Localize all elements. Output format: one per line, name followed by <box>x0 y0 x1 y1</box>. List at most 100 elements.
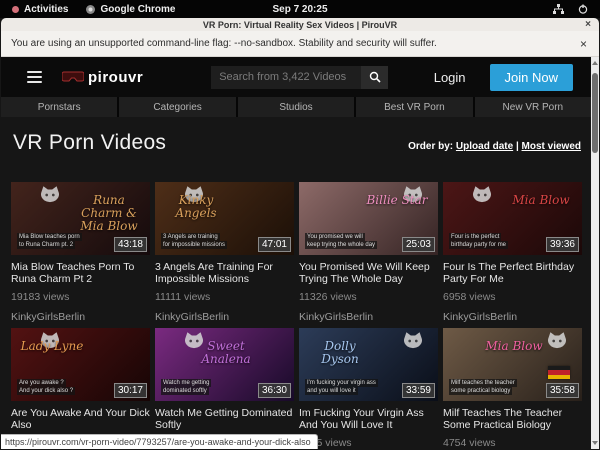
video-duration-badge: 30:17 <box>114 383 147 398</box>
video-card[interactable]: Sweet Analena Watch me gettingdominated … <box>155 328 294 449</box>
thumbnail-overlay-title: Lady Lyne <box>17 340 87 353</box>
join-now-button[interactable]: Join Now <box>490 64 573 91</box>
video-views: 19183 views <box>11 291 150 303</box>
thumbnail-caption: You promised we willkeep trying the whol… <box>305 233 377 249</box>
video-studio-link[interactable]: KinkyGirlsBerlin <box>443 311 582 323</box>
power-icon[interactable] <box>578 4 588 14</box>
video-title[interactable]: Mia Blow Teaches Porn To Runa Charm Pt 2 <box>11 261 150 285</box>
video-grid: Runa Charm & Mia Blow Mia Blow teaches p… <box>1 182 591 449</box>
studio-cat-mask-icon <box>39 186 61 204</box>
video-thumbnail[interactable]: Mia Blow Four is the perfectbirthday par… <box>443 182 582 255</box>
thumbnail-overlay-title: Mia Blow <box>506 194 576 207</box>
activities-button[interactable]: Activities <box>12 4 68 15</box>
scroll-up-icon[interactable] <box>592 61 598 65</box>
video-card[interactable]: Mia Blow Four is the perfectbirthday par… <box>443 182 582 323</box>
video-card[interactable]: Kinky Angels 3 Angels are trainingfor im… <box>155 182 294 323</box>
order-by: Order by: Upload date | Most viewed <box>408 141 581 155</box>
thumbnail-overlay-title: Billie Star <box>362 194 432 207</box>
nav-item-categories[interactable]: Categories <box>119 97 235 117</box>
chrome-label: Google Chrome <box>100 4 175 15</box>
video-card[interactable]: Mia Blow Milf teaches the teachersome pr… <box>443 328 582 449</box>
video-views: 11111 views <box>155 291 294 303</box>
order-upload-date-link[interactable]: Upload date <box>456 141 513 152</box>
video-duration-badge: 25:03 <box>402 237 435 252</box>
scrollbar[interactable] <box>591 57 599 449</box>
video-views: 4754 views <box>443 437 582 449</box>
video-thumbnail[interactable]: Mia Blow Milf teaches the teachersome pr… <box>443 328 582 401</box>
video-title[interactable]: Four Is The Perfect Birthday Party For M… <box>443 261 582 285</box>
video-views: 8785 views <box>299 437 438 449</box>
video-thumbnail[interactable]: Kinky Angels 3 Angels are trainingfor im… <box>155 182 294 255</box>
video-thumbnail[interactable]: Dolly Dyson I'm fucking your virgin assa… <box>299 328 438 401</box>
warning-close-icon[interactable]: × <box>580 37 587 51</box>
chrome-app-menu[interactable]: Google Chrome <box>86 4 175 15</box>
main-nav: PornstarsCategoriesStudiosBest VR PornNe… <box>1 97 591 117</box>
thumbnail-caption: Mia Blow teaches pornto Runa Charm pt. 2 <box>17 233 82 249</box>
clock[interactable]: Sep 7 20:25 <box>272 4 327 15</box>
video-title[interactable]: Watch Me Getting Dominated Softly <box>155 407 294 431</box>
nav-item-studios[interactable]: Studios <box>238 97 354 117</box>
video-duration-badge: 33:59 <box>402 383 435 398</box>
search-input[interactable] <box>211 66 361 89</box>
video-duration-badge: 47:01 <box>258 237 291 252</box>
order-by-label: Order by: <box>408 141 453 152</box>
video-studio-link[interactable]: KinkyGirlsBerlin <box>299 311 438 323</box>
screen: Activities Google Chrome Sep 7 20:25 VR … <box>0 0 600 450</box>
vr-goggles-icon <box>62 71 84 83</box>
thumbnail-caption: Milf teaches the teachersome practical b… <box>449 379 517 395</box>
video-duration-badge: 35:58 <box>546 383 579 398</box>
video-thumbnail[interactable]: Runa Charm & Mia Blow Mia Blow teaches p… <box>11 182 150 255</box>
thumbnail-overlay-title: Dolly Dyson <box>305 340 375 366</box>
order-most-viewed-link[interactable]: Most viewed <box>522 141 581 152</box>
network-icon[interactable] <box>553 4 564 14</box>
system-top-bar: Activities Google Chrome Sep 7 20:25 <box>0 0 600 18</box>
site-header: pirouvr Login Join Now <box>1 57 591 97</box>
thumbnail-overlay-title: Kinky Angels <box>161 194 231 220</box>
studio-cat-mask-icon <box>402 332 424 350</box>
notification-dot-icon <box>12 6 19 13</box>
search-button[interactable] <box>361 66 388 89</box>
video-title[interactable]: Im Fucking Your Virgin Ass And You Will … <box>299 407 438 431</box>
tab-close-icon[interactable]: × <box>585 18 591 31</box>
login-link[interactable]: Login <box>434 70 466 85</box>
video-title[interactable]: Are You Awake And Your Dick Also <box>11 407 150 431</box>
site-logo[interactable]: pirouvr <box>62 69 143 86</box>
page-title: VR Porn Videos <box>13 131 166 155</box>
scroll-down-icon[interactable] <box>592 441 598 445</box>
video-thumbnail[interactable]: Sweet Analena Watch me gettingdominated … <box>155 328 294 401</box>
thumbnail-caption: 3 Angels are trainingfor impossible miss… <box>161 233 227 249</box>
video-thumbnail[interactable]: Billie Star You promised we willkeep try… <box>299 182 438 255</box>
video-duration-badge: 39:36 <box>546 237 579 252</box>
logo-text: pirouvr <box>88 69 143 86</box>
thumbnail-caption: I'm fucking your virgin assand you will … <box>305 379 378 395</box>
activities-label: Activities <box>24 4 68 15</box>
search-bar <box>211 66 388 89</box>
status-url-bubble: https://pirouvr.com/vr-porn-video/779325… <box>1 434 318 449</box>
video-title[interactable]: You Promised We Will Keep Trying The Who… <box>299 261 438 285</box>
video-card[interactable]: Runa Charm & Mia Blow Mia Blow teaches p… <box>11 182 150 323</box>
studio-cat-mask-icon <box>471 186 493 204</box>
thumbnail-caption: Four is the perfectbirthday party for me <box>449 233 508 249</box>
studio-cat-mask-icon <box>546 332 568 350</box>
video-views: 6958 views <box>443 291 582 303</box>
video-title[interactable]: Milf Teaches The Teacher Some Practical … <box>443 407 582 431</box>
nav-item-new-vr-porn[interactable]: New VR Porn <box>475 97 591 117</box>
scrollbar-thumb[interactable] <box>592 73 598 153</box>
video-thumbnail[interactable]: Lady Lyne Are you awake ?And your dick a… <box>11 328 150 401</box>
video-duration-badge: 43:18 <box>114 237 147 252</box>
video-card[interactable]: Billie Star You promised we willkeep try… <box>299 182 438 323</box>
chrome-warning-bar: You are using an unsupported command-lin… <box>1 31 599 57</box>
menu-icon[interactable] <box>27 71 42 83</box>
video-title[interactable]: 3 Angels Are Training For Impossible Mis… <box>155 261 294 285</box>
nav-item-pornstars[interactable]: Pornstars <box>1 97 117 117</box>
video-card[interactable]: Lady Lyne Are you awake ?And your dick a… <box>11 328 150 449</box>
video-studio-link[interactable]: KinkyGirlsBerlin <box>155 311 294 323</box>
video-views: 11326 views <box>299 291 438 303</box>
browser-viewport: pirouvr Login Join Now PornstarsCategori… <box>1 57 599 449</box>
video-studio-link[interactable]: KinkyGirlsBerlin <box>11 311 150 323</box>
thumbnail-overlay-title: Sweet Analena <box>191 340 261 366</box>
nav-item-best-vr-porn[interactable]: Best VR Porn <box>356 97 472 117</box>
warning-text: You are using an unsupported command-lin… <box>11 38 437 49</box>
thumbnail-overlay-title: Mia Blow <box>479 340 549 353</box>
video-card[interactable]: Dolly Dyson I'm fucking your virgin assa… <box>299 328 438 449</box>
